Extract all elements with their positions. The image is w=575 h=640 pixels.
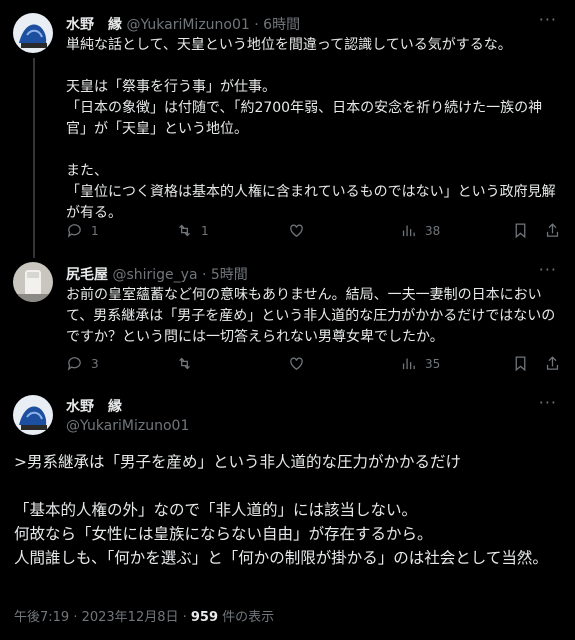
- tweet-header: 尻毛屋 @shirige_ya · 5時間: [66, 264, 248, 284]
- reply-button[interactable]: 1: [66, 222, 99, 239]
- author-handle[interactable]: @shirige_ya: [112, 267, 197, 283]
- more-options-icon[interactable]: ···: [539, 260, 557, 279]
- heart-icon: [290, 357, 303, 370]
- separator: ·: [254, 17, 259, 33]
- separator: ·: [201, 267, 207, 283]
- tweet-time[interactable]: 6時間: [263, 17, 300, 33]
- tweet-time[interactable]: 5時間: [211, 267, 248, 283]
- like-button[interactable]: [288, 222, 313, 239]
- tweet-2[interactable]: 尻毛屋 @shirige_ya · 5時間 ··· お前の皇室蘊蓄など何の意味も…: [0, 255, 575, 385]
- like-button[interactable]: [288, 355, 313, 372]
- author-name[interactable]: 尻毛屋: [66, 267, 108, 283]
- share-icon: [546, 356, 559, 370]
- reply-icon: [67, 224, 81, 238]
- tweet-header: 水野 縁 @YukariMizuno01 · 6時間: [66, 14, 300, 34]
- reply-count: 3: [91, 356, 99, 371]
- avatar-image-icon: [13, 13, 53, 53]
- share-button[interactable]: [544, 355, 561, 372]
- tweet-text: お前の皇室蘊蓄など何の意味もありません。結局、一夫一妻制の日本において、男系継承…: [66, 287, 556, 345]
- action-bar: 1 1 38: [66, 222, 561, 242]
- more-options-icon[interactable]: ···: [539, 393, 557, 412]
- share-icon: [546, 223, 559, 237]
- bookmark-icon: [515, 356, 526, 372]
- avatar[interactable]: [13, 262, 53, 302]
- main-author-name[interactable]: 水野 縁: [66, 396, 122, 416]
- view-label: 件の表示: [218, 610, 275, 625]
- reply-count: 1: [91, 223, 99, 238]
- views-button[interactable]: 38: [400, 222, 440, 239]
- avatar-image-icon: [13, 262, 53, 302]
- retweet-button[interactable]: 1: [176, 222, 209, 239]
- share-button[interactable]: [544, 222, 561, 239]
- avatar[interactable]: [13, 13, 53, 53]
- view-count: 35: [425, 356, 441, 371]
- analytics-icon: [402, 225, 415, 237]
- main-author-handle[interactable]: @YukariMizuno01: [66, 418, 189, 434]
- main-avatar[interactable]: [13, 395, 53, 435]
- view-count: 959: [190, 610, 219, 625]
- retweet-button[interactable]: [176, 355, 201, 372]
- avatar-image-icon: [13, 395, 53, 435]
- bookmark-icon: [515, 223, 526, 239]
- more-options-icon[interactable]: ···: [539, 10, 557, 29]
- reply-button[interactable]: 3: [66, 355, 99, 372]
- action-bar: 3 35: [66, 355, 561, 375]
- views-button[interactable]: 35: [400, 355, 440, 372]
- heart-icon: [290, 224, 303, 237]
- retweet-count: 1: [201, 223, 209, 238]
- tweet-text: 単純な話として、天皇という地位を間違って認識している気がするな。 天皇は「祭事を…: [66, 37, 556, 221]
- tweet-footer: 午後7:19 · 2023年12月8日 · 959 件の表示: [14, 606, 274, 625]
- main-tweet-text: >男系継承は「男子を産め」という非人道的な圧力がかかるだけ 「基本的人権の外」な…: [14, 453, 548, 567]
- bookmark-button[interactable]: [512, 222, 529, 239]
- reply-icon: [67, 357, 81, 371]
- author-name[interactable]: 水野 縁: [66, 17, 122, 33]
- retweet-icon: [179, 357, 190, 370]
- retweet-icon: [179, 224, 190, 237]
- author-handle[interactable]: @YukariMizuno01: [126, 17, 249, 33]
- thread-line: [33, 58, 35, 258]
- view-count: 38: [425, 223, 441, 238]
- timestamp[interactable]: 午後7:19 · 2023年12月8日 ·: [14, 610, 191, 625]
- analytics-icon: [402, 358, 415, 370]
- bookmark-button[interactable]: [512, 355, 529, 372]
- tweet-1[interactable]: 水野 縁 @YukariMizuno01 · 6時間 ··· 単純な話として、天…: [0, 0, 575, 258]
